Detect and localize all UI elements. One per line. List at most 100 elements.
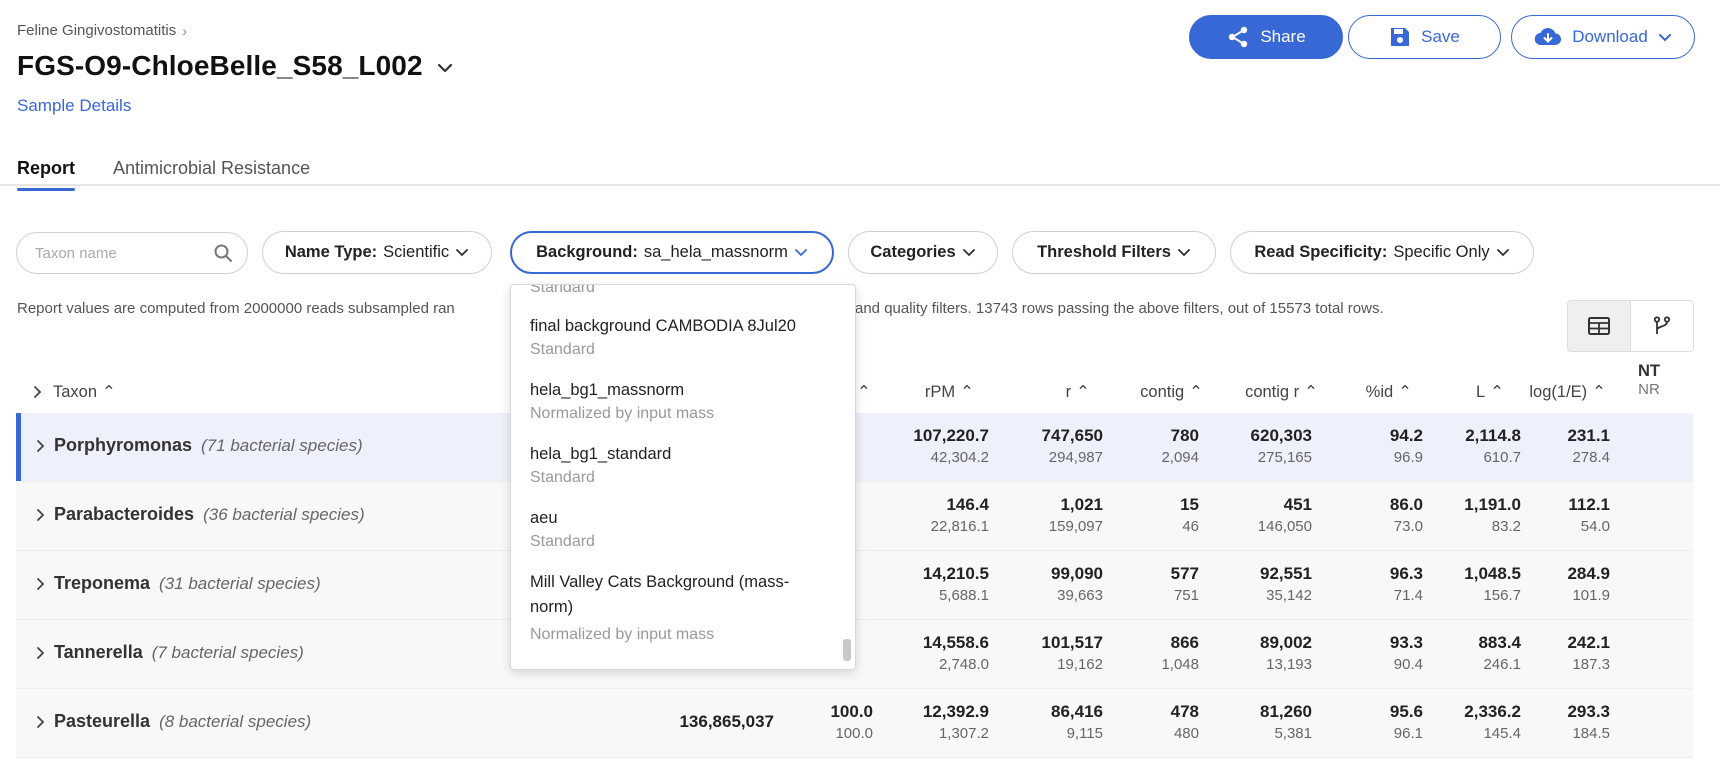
tab-report[interactable]: Report — [17, 158, 75, 191]
contig-cell: 866 1,048 — [1161, 633, 1199, 673]
species-count: (7 bacterial species) — [151, 642, 304, 662]
contig-cell: 478 480 — [1170, 702, 1199, 742]
column-pct-id-label: %id — [1365, 382, 1394, 401]
share-icon — [1229, 26, 1248, 48]
dropdown-option[interactable]: aeu Standard — [530, 506, 830, 553]
option-name: aeu — [530, 509, 558, 527]
taxon-name[interactable]: Parabacteroides (36 bacterial species) — [36, 504, 365, 525]
dropdown-scrollbar[interactable] — [843, 639, 851, 661]
contig-cell: 15 46 — [1180, 495, 1199, 535]
chevron-right-icon[interactable] — [36, 577, 45, 591]
column-l[interactable]: L ⌃ — [1460, 382, 1504, 402]
save-button[interactable]: Save — [1348, 15, 1501, 59]
tab-antimicrobial-resistance[interactable]: Antimicrobial Resistance — [113, 158, 310, 187]
option-name: Mill Valley Cats Background (mass-norm) — [530, 573, 790, 616]
log-cell: 231.1 278.4 — [1567, 426, 1610, 466]
pct-id-cell: 96.3 71.4 — [1389, 564, 1423, 604]
chevron-right-icon[interactable] — [33, 385, 42, 399]
sort-icon: ⌃ — [1304, 383, 1318, 401]
name-type-filter[interactable]: Name Type: Scientific — [262, 231, 492, 274]
chevron-right-icon[interactable] — [36, 646, 45, 660]
taxon-search[interactable] — [16, 232, 248, 274]
threshold-filters[interactable]: Threshold Filters — [1012, 231, 1216, 274]
contig-r-cell: 451 146,050 — [1257, 495, 1312, 535]
taxon-name[interactable]: Tannerella (7 bacterial species) — [36, 642, 304, 663]
chevron-down-icon[interactable] — [437, 63, 453, 73]
branch-icon — [1653, 316, 1671, 334]
column-taxon[interactable]: Taxon ⌃ — [33, 382, 116, 402]
chevron-right-icon[interactable] — [36, 439, 45, 453]
categories-filter[interactable]: Categories — [848, 231, 998, 274]
option-description: Standard — [530, 284, 595, 296]
tabs-divider — [0, 184, 1720, 186]
share-label: Share — [1260, 27, 1306, 46]
background-value: sa_hela_massnorm — [643, 243, 788, 261]
column-nt-nr[interactable]: NT NR — [1638, 362, 1660, 398]
view-toggle — [1567, 300, 1694, 352]
save-icon — [1391, 28, 1410, 46]
tree-view-button[interactable] — [1631, 301, 1693, 351]
r-cell: 101,517 19,162 — [1041, 633, 1103, 673]
column-rpm[interactable]: rPM ⌃ — [900, 382, 974, 402]
genus-name: Parabacteroides — [54, 504, 195, 524]
share-button[interactable]: Share — [1189, 15, 1343, 59]
pct-id-cell: 94.2 96.9 — [1389, 426, 1423, 466]
table-icon — [1588, 317, 1610, 335]
table-row[interactable]: Pasteurella (8 bacterial species) 136,86… — [16, 689, 1693, 758]
taxon-name[interactable]: Treponema (31 bacterial species) — [36, 573, 321, 594]
column-r[interactable]: r ⌃ — [1040, 382, 1090, 402]
search-icon[interactable] — [213, 243, 233, 263]
r-cell: 747,650 294,987 — [1041, 426, 1103, 466]
column-hidden-sort: ⌃ — [857, 382, 871, 402]
column-pct-id[interactable]: %id ⌃ — [1352, 382, 1412, 402]
column-contig-label: contig — [1140, 382, 1185, 401]
column-nt-label: NT — [1638, 362, 1660, 380]
contig-r-cell: 92,551 35,142 — [1260, 564, 1312, 604]
background-filter[interactable]: Background: sa_hela_massnorm — [510, 231, 834, 274]
chevron-down-icon — [1178, 249, 1190, 257]
dropdown-option[interactable]: hela_bg1_massnorm Normalized by input ma… — [530, 378, 830, 425]
sample-details-link[interactable]: Sample Details — [17, 96, 131, 116]
sort-icon: ⌃ — [1592, 383, 1606, 401]
rpm-cell: 14,210.5 5,688.1 — [922, 564, 989, 604]
l-cell: 883.4 246.1 — [1478, 633, 1521, 673]
read-specificity-filter[interactable]: Read Specificity: Specific Only — [1230, 231, 1534, 274]
r-cell: 1,021 159,097 — [1048, 495, 1103, 535]
column-contig[interactable]: contig ⌃ — [1115, 382, 1203, 402]
sort-icon: ⌃ — [960, 383, 974, 401]
chevron-down-icon — [794, 249, 807, 257]
rpm-cell: 107,220.7 42,304.2 — [913, 426, 989, 466]
taxon-search-input[interactable] — [35, 244, 205, 262]
chevron-right-icon[interactable] — [36, 508, 45, 522]
chevron-right-icon[interactable] — [36, 715, 45, 729]
chevron-right-icon: › — [182, 22, 187, 39]
taxon-name[interactable]: Pasteurella (8 bacterial species) — [36, 711, 311, 732]
column-rpm-label: rPM — [924, 382, 956, 401]
dropdown-option[interactable]: final background CAMBODIA 8Jul20 Standar… — [530, 314, 830, 361]
report-info-text-right: and quality filters. 13743 rows passing … — [855, 300, 1384, 317]
download-button[interactable]: Download — [1511, 15, 1695, 59]
genus-name: Porphyromonas — [54, 435, 193, 455]
table-view-button[interactable] — [1568, 301, 1631, 351]
breadcrumb-project[interactable]: Feline Gingivostomatitis — [17, 22, 176, 39]
genus-name: Treponema — [54, 573, 151, 593]
rpm-cell: 14,558.6 2,748.0 — [922, 633, 989, 673]
sort-icon: ⌃ — [102, 383, 116, 401]
genus-name: Tannerella — [54, 642, 143, 662]
sample-title: FGS-O9-ChloeBelle_S58_L002 — [17, 50, 423, 81]
breadcrumb[interactable]: Feline Gingivostomatitis › — [17, 22, 187, 39]
l-cell: 2,114.8 610.7 — [1465, 426, 1521, 466]
dropdown-option-partial[interactable]: Standard — [530, 284, 830, 299]
option-description: Normalized by input mass — [530, 405, 715, 422]
column-contig-r[interactable]: contig r ⌃ — [1220, 382, 1318, 402]
taxon-name[interactable]: Porphyromonas (71 bacterial species) — [36, 435, 363, 456]
dropdown-option[interactable]: hela_bg1_standard Standard — [530, 442, 830, 489]
read-specificity-label: Read Specificity: — [1254, 243, 1388, 261]
option-description: Standard — [530, 341, 595, 358]
option-name: hela_bg1_standard — [530, 445, 672, 463]
column-log[interactable]: log(1/E) ⌃ — [1520, 382, 1606, 402]
zscore-cell: 100.0 100.0 — [830, 702, 873, 742]
species-count: (31 bacterial species) — [159, 573, 321, 593]
dropdown-option[interactable]: Mill Valley Cats Background (mass-norm) … — [530, 570, 820, 646]
column-r-label: r — [1065, 382, 1072, 401]
